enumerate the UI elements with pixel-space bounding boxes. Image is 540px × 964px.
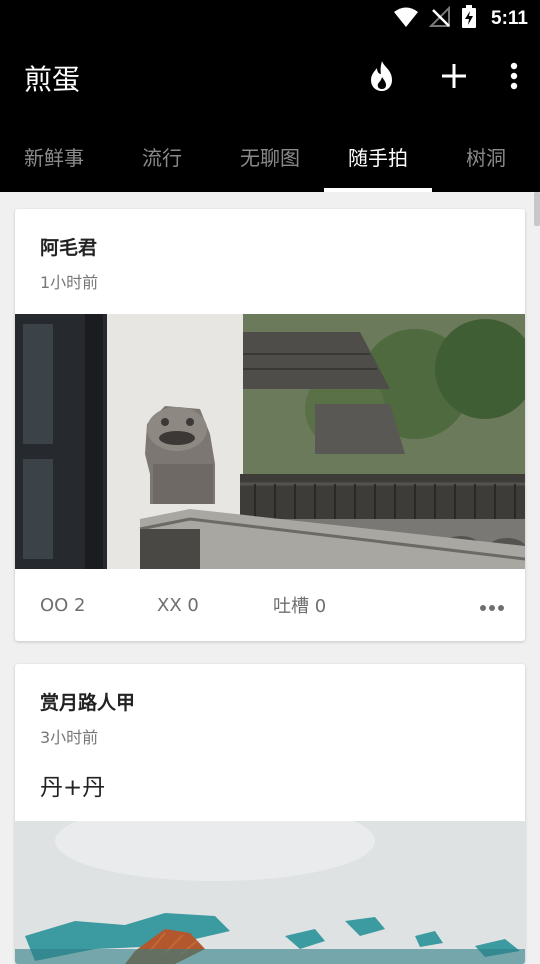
- status-icons: 5:11: [393, 5, 528, 33]
- status-bar: 5:11: [0, 0, 540, 38]
- status-time: 5:11: [491, 8, 528, 29]
- signal-off-icon: [428, 5, 451, 32]
- post-image[interactable]: [15, 314, 525, 569]
- overflow-menu-button[interactable]: [504, 58, 524, 98]
- add-button[interactable]: [432, 58, 476, 98]
- flame-icon: [368, 60, 396, 96]
- post-author[interactable]: 阿毛君: [40, 233, 97, 260]
- hot-button[interactable]: [360, 58, 404, 98]
- xx-vote-button[interactable]: XX 0: [157, 569, 199, 641]
- tab-treehole[interactable]: 树洞: [432, 120, 540, 192]
- post-card[interactable]: 赏月路人甲 3小时前 丹+丹: [15, 664, 525, 964]
- wifi-icon: [393, 6, 419, 32]
- oo-vote-button[interactable]: OO 2: [40, 569, 86, 641]
- more-vertical-icon: [510, 62, 518, 94]
- comments-button[interactable]: 吐槽 0: [273, 569, 326, 641]
- post-more-button[interactable]: [477, 591, 507, 621]
- scrollbar[interactable]: [534, 192, 540, 226]
- app-actions: [360, 58, 524, 98]
- post-text: 丹+丹: [40, 775, 106, 801]
- battery-charging-icon: [461, 5, 477, 33]
- tab-popular[interactable]: 流行: [108, 120, 216, 192]
- post-time: 1小时前: [40, 273, 99, 292]
- post-card[interactable]: 阿毛君 1小时前 OO 2 XX 0 吐槽 0: [15, 209, 525, 641]
- tab-bar: 新鲜事 流行 无聊图 随手拍 树洞: [0, 120, 540, 192]
- tab-indicator: [324, 188, 432, 192]
- post-author[interactable]: 赏月路人甲: [40, 688, 135, 715]
- tab-news[interactable]: 新鲜事: [0, 120, 108, 192]
- tab-snapshots[interactable]: 随手拍: [324, 120, 432, 192]
- post-image[interactable]: [15, 821, 525, 964]
- post-time: 3小时前: [40, 728, 99, 747]
- tab-boring-pics[interactable]: 无聊图: [216, 120, 324, 192]
- plus-icon: [441, 63, 467, 93]
- post-actions: OO 2 XX 0 吐槽 0: [15, 569, 525, 641]
- more-horizontal-icon: [479, 597, 505, 616]
- app-title: 煎蛋: [24, 63, 81, 96]
- app-bar: 煎蛋: [0, 38, 540, 120]
